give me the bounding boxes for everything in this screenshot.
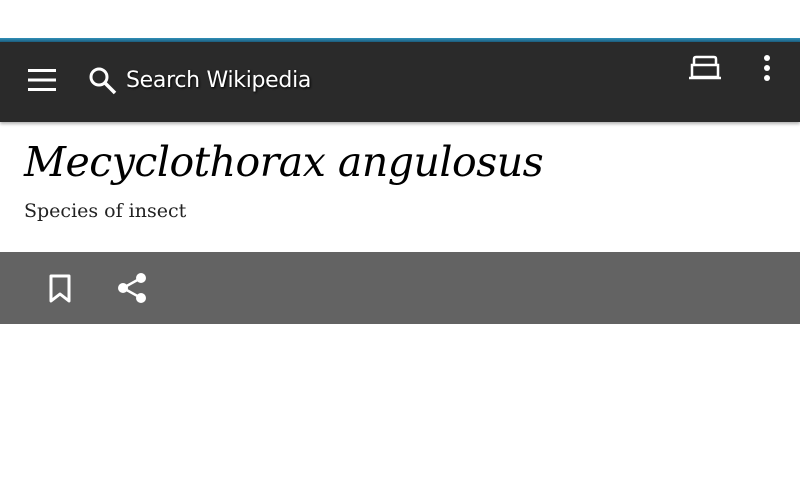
search-input[interactable]: Search Wikipedia	[126, 66, 311, 96]
menu-icon[interactable]	[28, 69, 56, 91]
article-action-bar	[0, 252, 800, 324]
reader-mode-icon[interactable]	[688, 55, 722, 81]
more-options-icon[interactable]	[760, 54, 774, 82]
top-toolbar: Search Wikipedia	[0, 42, 800, 122]
bookmark-icon[interactable]	[48, 274, 72, 304]
page-title: Mecyclothorax angulosus	[24, 138, 544, 186]
status-area	[0, 0, 800, 38]
page-description: Species of insect	[24, 200, 187, 222]
share-icon[interactable]	[117, 272, 147, 304]
search-icon[interactable]	[88, 66, 118, 96]
